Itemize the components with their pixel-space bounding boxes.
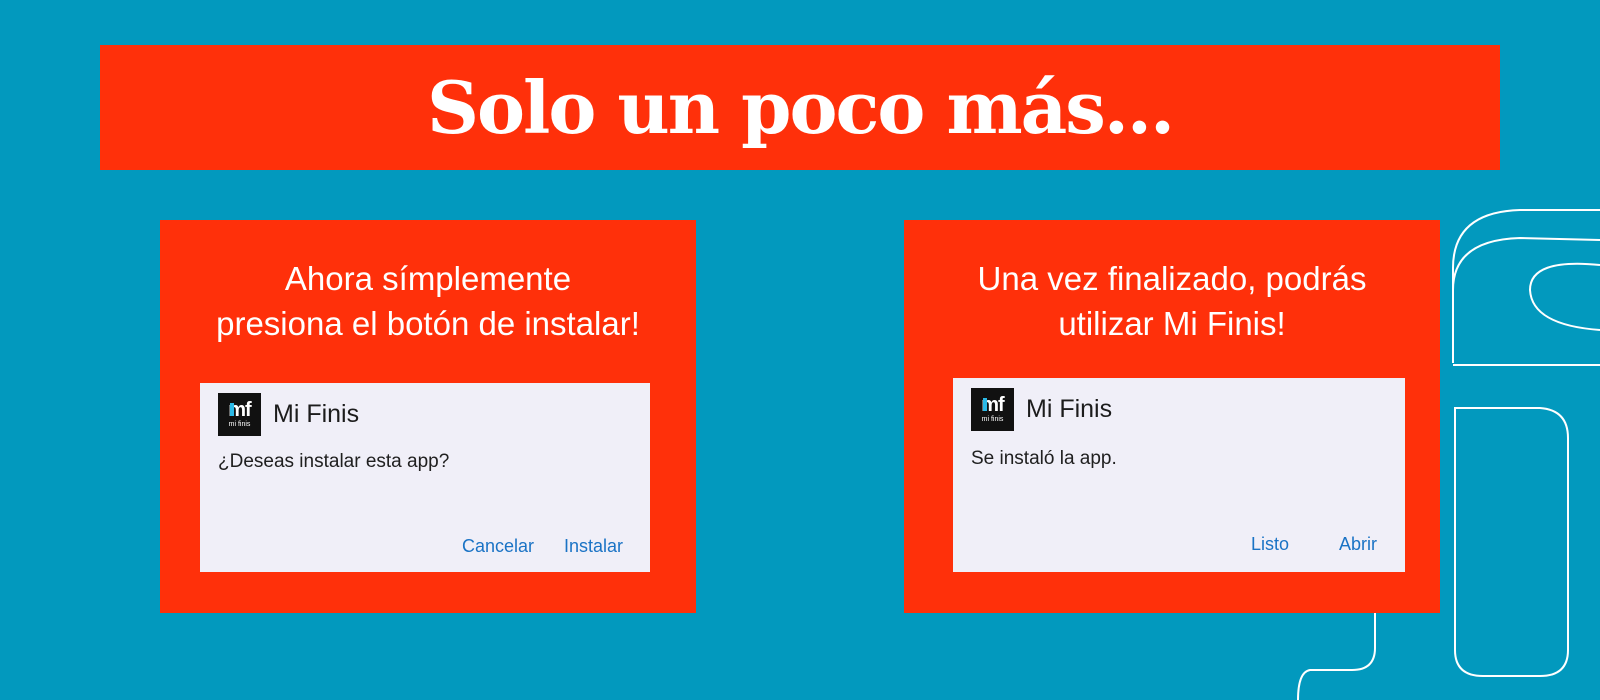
install-button[interactable]: Instalar: [564, 536, 623, 557]
install-dialog: mf mi finis Mi Finis ¿Deseas instalar es…: [200, 383, 650, 572]
step-card-installed: Una vez finalizado, podrás utilizar Mi F…: [904, 220, 1440, 613]
app-header: mf mi finis Mi Finis: [971, 388, 1112, 431]
title-banner: Solo un poco más...: [100, 45, 1500, 170]
dialog-message: ¿Deseas instalar esta app?: [218, 451, 450, 472]
cancel-button[interactable]: Cancelar: [462, 536, 534, 557]
step-instruction: Ahora símplemente presiona el botón de i…: [160, 256, 696, 346]
step-card-install: Ahora símplemente presiona el botón de i…: [160, 220, 696, 613]
app-logo-subtext: mi finis: [981, 415, 1004, 423]
app-logo-text: mf: [981, 393, 1004, 416]
installed-dialog: mf mi finis Mi Finis Se instaló la app. …: [953, 378, 1405, 572]
app-logo-text: mf: [228, 398, 251, 421]
app-name: Mi Finis: [273, 400, 360, 428]
app-logo-icon: mf mi finis: [218, 393, 261, 436]
app-header: mf mi finis Mi Finis: [218, 393, 359, 436]
instruction-line-2: presiona el botón de instalar!: [216, 305, 640, 342]
app-logo-icon: mf mi finis: [971, 388, 1014, 431]
instruction-line-1: Una vez finalizado, podrás: [977, 260, 1367, 297]
instruction-line-2: utilizar Mi Finis!: [1058, 305, 1286, 342]
app-name: Mi Finis: [1026, 395, 1113, 423]
app-logo-subtext: mi finis: [228, 420, 251, 428]
dialog-message: Se instaló la app.: [971, 448, 1117, 469]
step-instruction: Una vez finalizado, podrás utilizar Mi F…: [904, 256, 1440, 346]
done-button[interactable]: Listo: [1251, 534, 1289, 555]
instruction-line-1: Ahora símplemente: [284, 260, 572, 297]
page-title: Solo un poco más...: [426, 64, 1175, 150]
open-button[interactable]: Abrir: [1339, 534, 1377, 555]
